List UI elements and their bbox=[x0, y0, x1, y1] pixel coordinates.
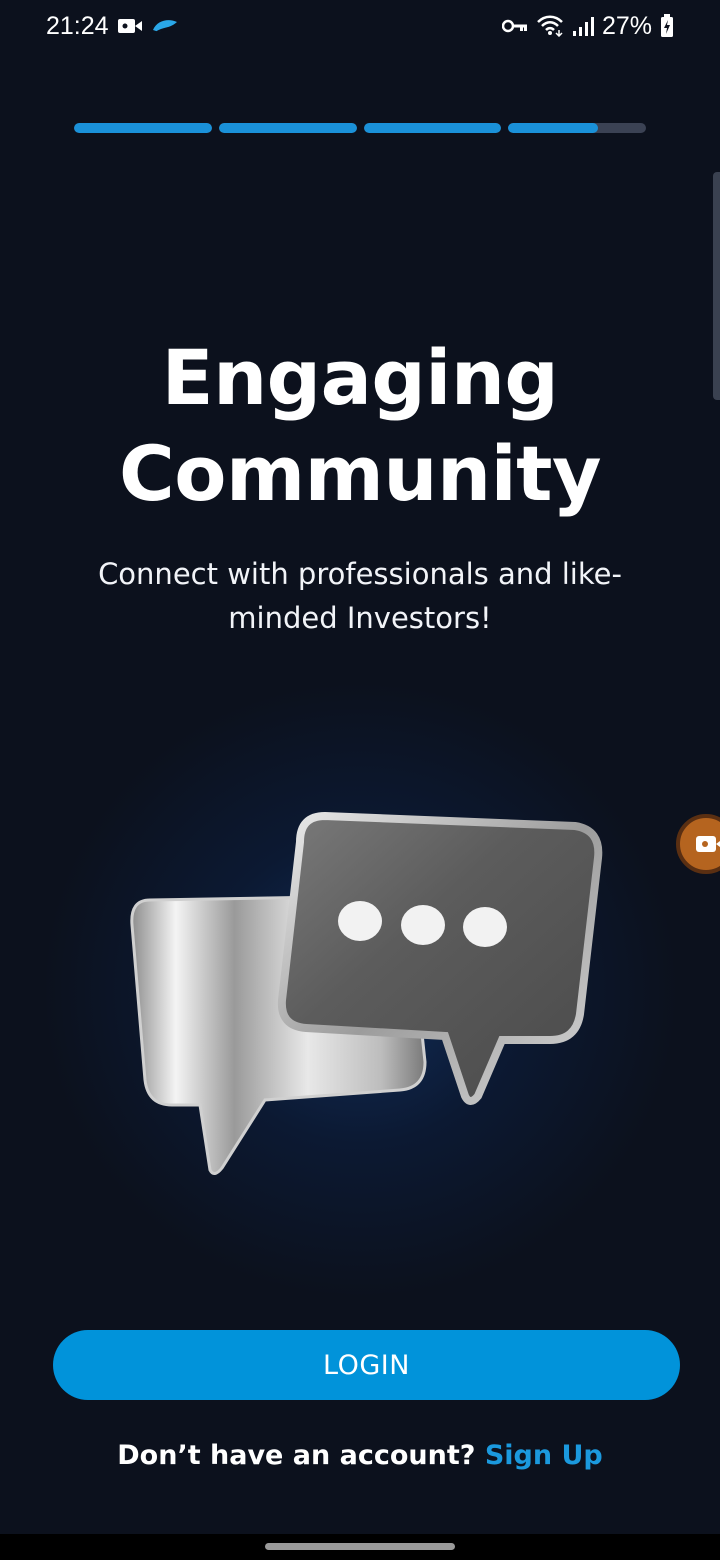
status-right: 27% bbox=[501, 11, 674, 41]
onboarding-progress bbox=[74, 123, 646, 133]
signup-link[interactable]: Sign Up bbox=[485, 1440, 603, 1471]
progress-segment-2 bbox=[218, 123, 357, 133]
title-line-1: Engaging bbox=[161, 333, 559, 422]
screen-recorder-icon[interactable] bbox=[676, 814, 720, 874]
status-bar: 21:24 27% bbox=[0, 0, 720, 52]
home-indicator[interactable] bbox=[265, 1543, 455, 1550]
chat-bubbles-icon bbox=[130, 811, 603, 1175]
app-notification-icon bbox=[151, 16, 179, 36]
wifi-icon bbox=[536, 15, 564, 37]
battery-percent: 27% bbox=[601, 11, 652, 40]
progress-segment-4 bbox=[508, 123, 646, 133]
progress-fill bbox=[74, 123, 212, 133]
key-icon bbox=[501, 18, 528, 34]
login-button[interactable]: LOGIN bbox=[53, 1330, 680, 1400]
status-time: 21:24 bbox=[46, 11, 109, 40]
progress-fill bbox=[218, 123, 357, 133]
progress-segment-1 bbox=[74, 123, 212, 133]
signup-prompt: Don’t have an account? bbox=[117, 1440, 476, 1471]
progress-segment-3 bbox=[363, 123, 502, 133]
page-subtitle: Connect with professionals and like- min… bbox=[80, 552, 640, 640]
subtitle-line-1: Connect with professionals and like- bbox=[98, 557, 622, 591]
signal-icon bbox=[572, 15, 594, 37]
subtitle-line-2: minded Investors! bbox=[228, 601, 492, 635]
page-title: Engaging Community bbox=[0, 330, 720, 522]
status-left: 21:24 bbox=[46, 12, 179, 41]
progress-fill bbox=[508, 123, 598, 133]
title-line-2: Community bbox=[118, 429, 602, 518]
progress-fill bbox=[363, 123, 502, 133]
battery-charging-icon bbox=[660, 14, 674, 38]
video-camera-icon bbox=[117, 16, 143, 36]
signup-row: Don’t have an account? Sign Up bbox=[0, 1440, 720, 1471]
